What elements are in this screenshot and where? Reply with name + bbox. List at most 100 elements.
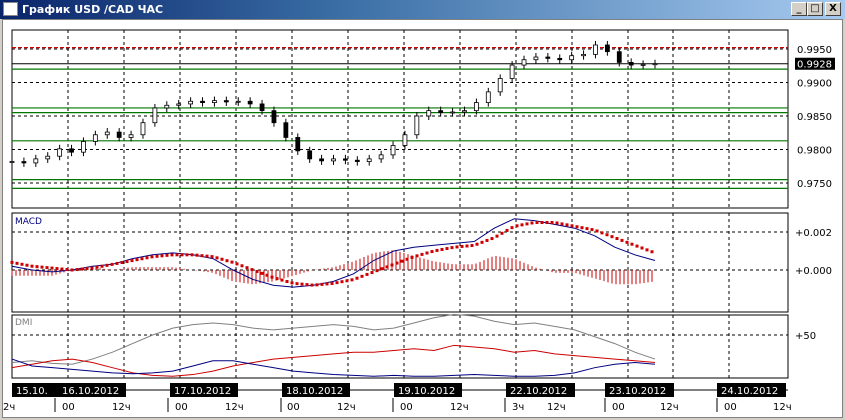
macd-signal-dot xyxy=(100,264,104,268)
macd-signal-dot xyxy=(460,244,464,248)
macd-signal-dot xyxy=(515,224,519,228)
macd-signal-dot xyxy=(155,254,159,258)
macd-signal-dot xyxy=(305,283,309,287)
macd-signal-dot xyxy=(350,278,354,282)
macd-signal-dot xyxy=(505,228,509,232)
macd-signal-dot xyxy=(50,266,54,270)
candle-body xyxy=(331,158,336,162)
macd-signal-dot xyxy=(590,228,594,232)
macd-signal-dot xyxy=(645,248,649,252)
macd-signal-dot xyxy=(135,258,139,262)
macd-signal-dot xyxy=(545,221,549,224)
hour-label: 12ч xyxy=(112,402,131,413)
macd-signal-dot xyxy=(600,231,604,235)
macd-signal-dot xyxy=(490,237,494,241)
macd-signal-dot xyxy=(280,278,284,282)
candle-body xyxy=(569,55,575,61)
candle-body xyxy=(21,161,27,164)
hour-label: 12ч xyxy=(773,402,792,413)
macd-signal-dot xyxy=(95,265,99,269)
candle-body xyxy=(247,100,253,105)
usdcad-chart[interactable]: 0.9950 0.9900 0.9850 0.9800 0.9750 0.9928 MACD… xyxy=(0,0,845,420)
macd-signal-dot xyxy=(200,254,204,258)
candle-body xyxy=(628,62,634,66)
candle-body xyxy=(188,100,194,105)
macd-signal-dot xyxy=(445,247,449,251)
date-label: 24.10.2012 xyxy=(721,386,778,397)
candle-body xyxy=(462,110,467,113)
hour-label: 3ч xyxy=(512,402,524,413)
macd-signal-dot xyxy=(325,282,329,286)
macd-signal-dot xyxy=(530,221,534,225)
macd-signal-dot xyxy=(185,253,189,257)
panel-frame-2 xyxy=(11,314,789,379)
macd-signal-dot xyxy=(195,253,199,257)
candle-body xyxy=(366,158,372,162)
macd-signal-dot xyxy=(80,267,84,271)
macd-signal-dot xyxy=(20,262,24,266)
macd-signal-dot xyxy=(500,231,504,235)
macd-signal-dot xyxy=(435,248,439,252)
candle-body xyxy=(271,110,277,124)
macd-signal-dot xyxy=(400,259,404,263)
macd-axis-label: +0.000 xyxy=(795,266,832,277)
macd-label: MACD xyxy=(15,217,42,227)
candle-body xyxy=(426,110,432,117)
macd-signal-dot xyxy=(640,246,644,250)
date-label: 16.10.2012 xyxy=(62,386,119,397)
macd-signal-dot xyxy=(115,261,119,265)
macd-signal-dot xyxy=(630,242,634,246)
candle-body xyxy=(533,56,539,61)
macd-signal-dot xyxy=(240,264,244,268)
dmi-axis-label: +50 xyxy=(795,331,816,342)
candle-body xyxy=(581,53,586,57)
macd-signal-dot xyxy=(345,279,349,283)
macd-signal-dot xyxy=(580,226,584,230)
macd-signal-dot xyxy=(180,253,184,257)
candle-body xyxy=(640,64,646,66)
candle-body xyxy=(116,131,122,138)
candle-body xyxy=(45,155,51,160)
macd-signal-dot xyxy=(455,245,459,249)
macd-signal-dot xyxy=(480,240,484,244)
candle-body xyxy=(200,100,205,104)
macd-signal-dot xyxy=(385,265,389,269)
candle-body xyxy=(235,100,241,103)
macd-signal-dot xyxy=(465,244,469,248)
dmi-label: DMI xyxy=(15,318,32,328)
candle-body xyxy=(604,44,610,53)
candle-body xyxy=(354,159,360,162)
candle-body xyxy=(509,64,515,79)
macd-signal-dot xyxy=(470,244,474,248)
macd-signal-dot xyxy=(615,237,619,241)
hour-label: 12ч xyxy=(225,402,244,413)
candle-body xyxy=(485,91,491,103)
hour-label: 12ч xyxy=(660,402,679,413)
macd-signal-dot xyxy=(420,252,424,256)
candle-body xyxy=(557,57,563,61)
macd-signal-dot xyxy=(145,256,149,260)
macd-axis-label: +0.002 xyxy=(795,228,832,239)
date-label: 15.10. xyxy=(16,386,48,397)
macd-signal-dot xyxy=(440,247,444,251)
macd-signal-dot xyxy=(300,282,304,286)
candle-body xyxy=(390,145,396,156)
macd-signal-dot xyxy=(235,262,239,266)
candle-body xyxy=(69,148,74,153)
macd-signal-dot xyxy=(370,271,374,275)
candle-body xyxy=(81,141,86,153)
macd-signal-dot xyxy=(270,275,274,279)
macd-signal-dot xyxy=(610,235,614,239)
date-label: 17.10.2012 xyxy=(174,386,231,397)
date-label: 19.10.2012 xyxy=(398,386,455,397)
macd-signal-dot xyxy=(130,259,134,263)
macd-signal-dot xyxy=(485,238,489,242)
macd-signal-dot xyxy=(285,280,289,284)
macd-signal-dot xyxy=(555,221,559,225)
date-label: 18.10.2012 xyxy=(286,386,343,397)
price-axis-label: 0.9900 xyxy=(797,79,832,90)
macd-signal-dot xyxy=(45,266,49,270)
price-axis-label: 0.9950 xyxy=(797,45,832,56)
macd-signal-dot xyxy=(570,224,574,228)
hour-label: 00 xyxy=(287,402,300,413)
